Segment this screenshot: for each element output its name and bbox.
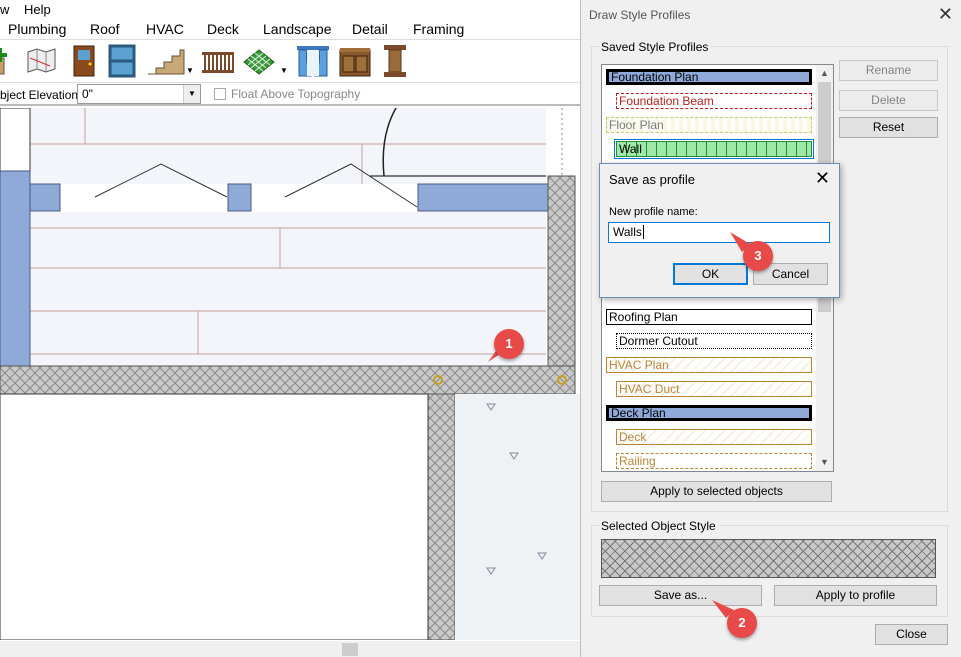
object-elevation-value: 0": [82, 87, 93, 101]
selected-style-swatch: [601, 539, 936, 578]
menu-deck[interactable]: Deck: [207, 21, 239, 37]
column-icon[interactable]: [380, 44, 414, 78]
new-profile-name-input[interactable]: Walls: [608, 222, 830, 243]
list-item[interactable]: HVAC Duct: [616, 381, 812, 397]
cabinet-icon[interactable]: [338, 44, 372, 78]
menu-hvac[interactable]: HVAC: [146, 21, 184, 37]
reset-button[interactable]: Reset: [839, 117, 938, 138]
ok-button[interactable]: OK: [673, 263, 748, 285]
chevron-down-icon[interactable]: ▼: [183, 85, 200, 103]
rename-button[interactable]: Rename: [839, 60, 938, 81]
property-bar: bject Elevation: 0" ▼ Float Above Topogr…: [0, 82, 600, 106]
menu-bar: Plumbing Roof HVAC Deck Landscape Detail…: [0, 18, 600, 40]
list-item[interactable]: Deck: [616, 429, 812, 445]
float-above-topography-checkbox[interactable]: [214, 88, 226, 100]
list-item[interactable]: Floor Plan: [606, 117, 812, 133]
new-profile-name-value: Walls: [613, 225, 642, 239]
list-item[interactable]: Deck Plan: [606, 405, 812, 421]
door-icon[interactable]: [68, 44, 102, 78]
menu-window[interactable]: w: [0, 2, 9, 17]
list-item[interactable]: HVAC Plan: [606, 357, 812, 373]
menu-help[interactable]: Help: [24, 2, 51, 17]
add-plant-icon[interactable]: [0, 44, 20, 78]
draw-style-profiles-window: Draw Style Profiles ✕ Saved Style Profil…: [580, 0, 961, 657]
object-elevation-label: bject Elevation:: [0, 88, 82, 102]
railing-icon[interactable]: [200, 44, 234, 78]
save-as-profile-dialog: Save as profile ✕ New profile name: Wall…: [599, 163, 840, 298]
menu-detail[interactable]: Detail: [352, 21, 388, 37]
delete-button[interactable]: Delete: [839, 90, 938, 111]
window-title: Draw Style Profiles: [589, 8, 691, 22]
toolbar: ▼ ▼: [0, 40, 600, 82]
close-icon[interactable]: ✕: [938, 4, 953, 25]
floor-plan-drawing: [0, 108, 580, 640]
save-as-button[interactable]: Save as...: [599, 585, 762, 606]
list-item[interactable]: Roofing Plan: [606, 309, 812, 325]
list-item-label: Wall: [616, 141, 812, 157]
drawing-canvas[interactable]: [0, 108, 580, 640]
window-icon[interactable]: [106, 44, 140, 78]
new-profile-name-label: New profile name:: [609, 206, 698, 218]
float-above-topography-label: Float Above Topography: [231, 87, 361, 101]
list-item[interactable]: Foundation Plan: [606, 69, 812, 85]
apply-to-selected-objects-button[interactable]: Apply to selected objects: [601, 481, 832, 502]
list-item[interactable]: Dormer Cutout: [616, 333, 812, 349]
dialog-title: Save as profile: [609, 172, 695, 187]
stairs-icon[interactable]: [146, 44, 185, 78]
horizontal-scrollbar[interactable]: [0, 641, 580, 657]
scroll-down-icon[interactable]: ▼: [816, 454, 833, 471]
close-icon[interactable]: ✕: [815, 168, 830, 189]
map-icon[interactable]: [24, 44, 58, 78]
menu-landscape[interactable]: Landscape: [263, 21, 332, 37]
scroll-up-icon[interactable]: ▲: [816, 65, 833, 82]
callout-badge-3: 3: [743, 241, 773, 271]
menu-framing[interactable]: Framing: [413, 21, 464, 37]
text-cursor: [642, 225, 644, 239]
curtains-icon[interactable]: [296, 44, 330, 78]
menu-bar-top: w Help: [0, 0, 600, 18]
scrollbar-thumb[interactable]: [342, 643, 358, 656]
menu-roof[interactable]: Roof: [90, 21, 120, 37]
lattice-icon[interactable]: [242, 44, 276, 78]
menu-plumbing[interactable]: Plumbing: [8, 21, 66, 37]
selected-object-style-label: Selected Object Style: [599, 519, 718, 533]
close-button[interactable]: Close: [875, 624, 948, 645]
callout-badge-1: 1: [494, 329, 524, 359]
object-elevation-field[interactable]: 0" ▼: [77, 84, 201, 104]
list-item[interactable]: Foundation Beam: [616, 93, 812, 109]
apply-to-profile-button[interactable]: Apply to profile: [774, 585, 937, 606]
list-item-selected[interactable]: Wall: [614, 139, 814, 159]
list-item[interactable]: Railing: [616, 453, 812, 469]
callout-badge-2: 2: [727, 608, 757, 638]
saved-style-profiles-label: Saved Style Profiles: [599, 40, 711, 54]
